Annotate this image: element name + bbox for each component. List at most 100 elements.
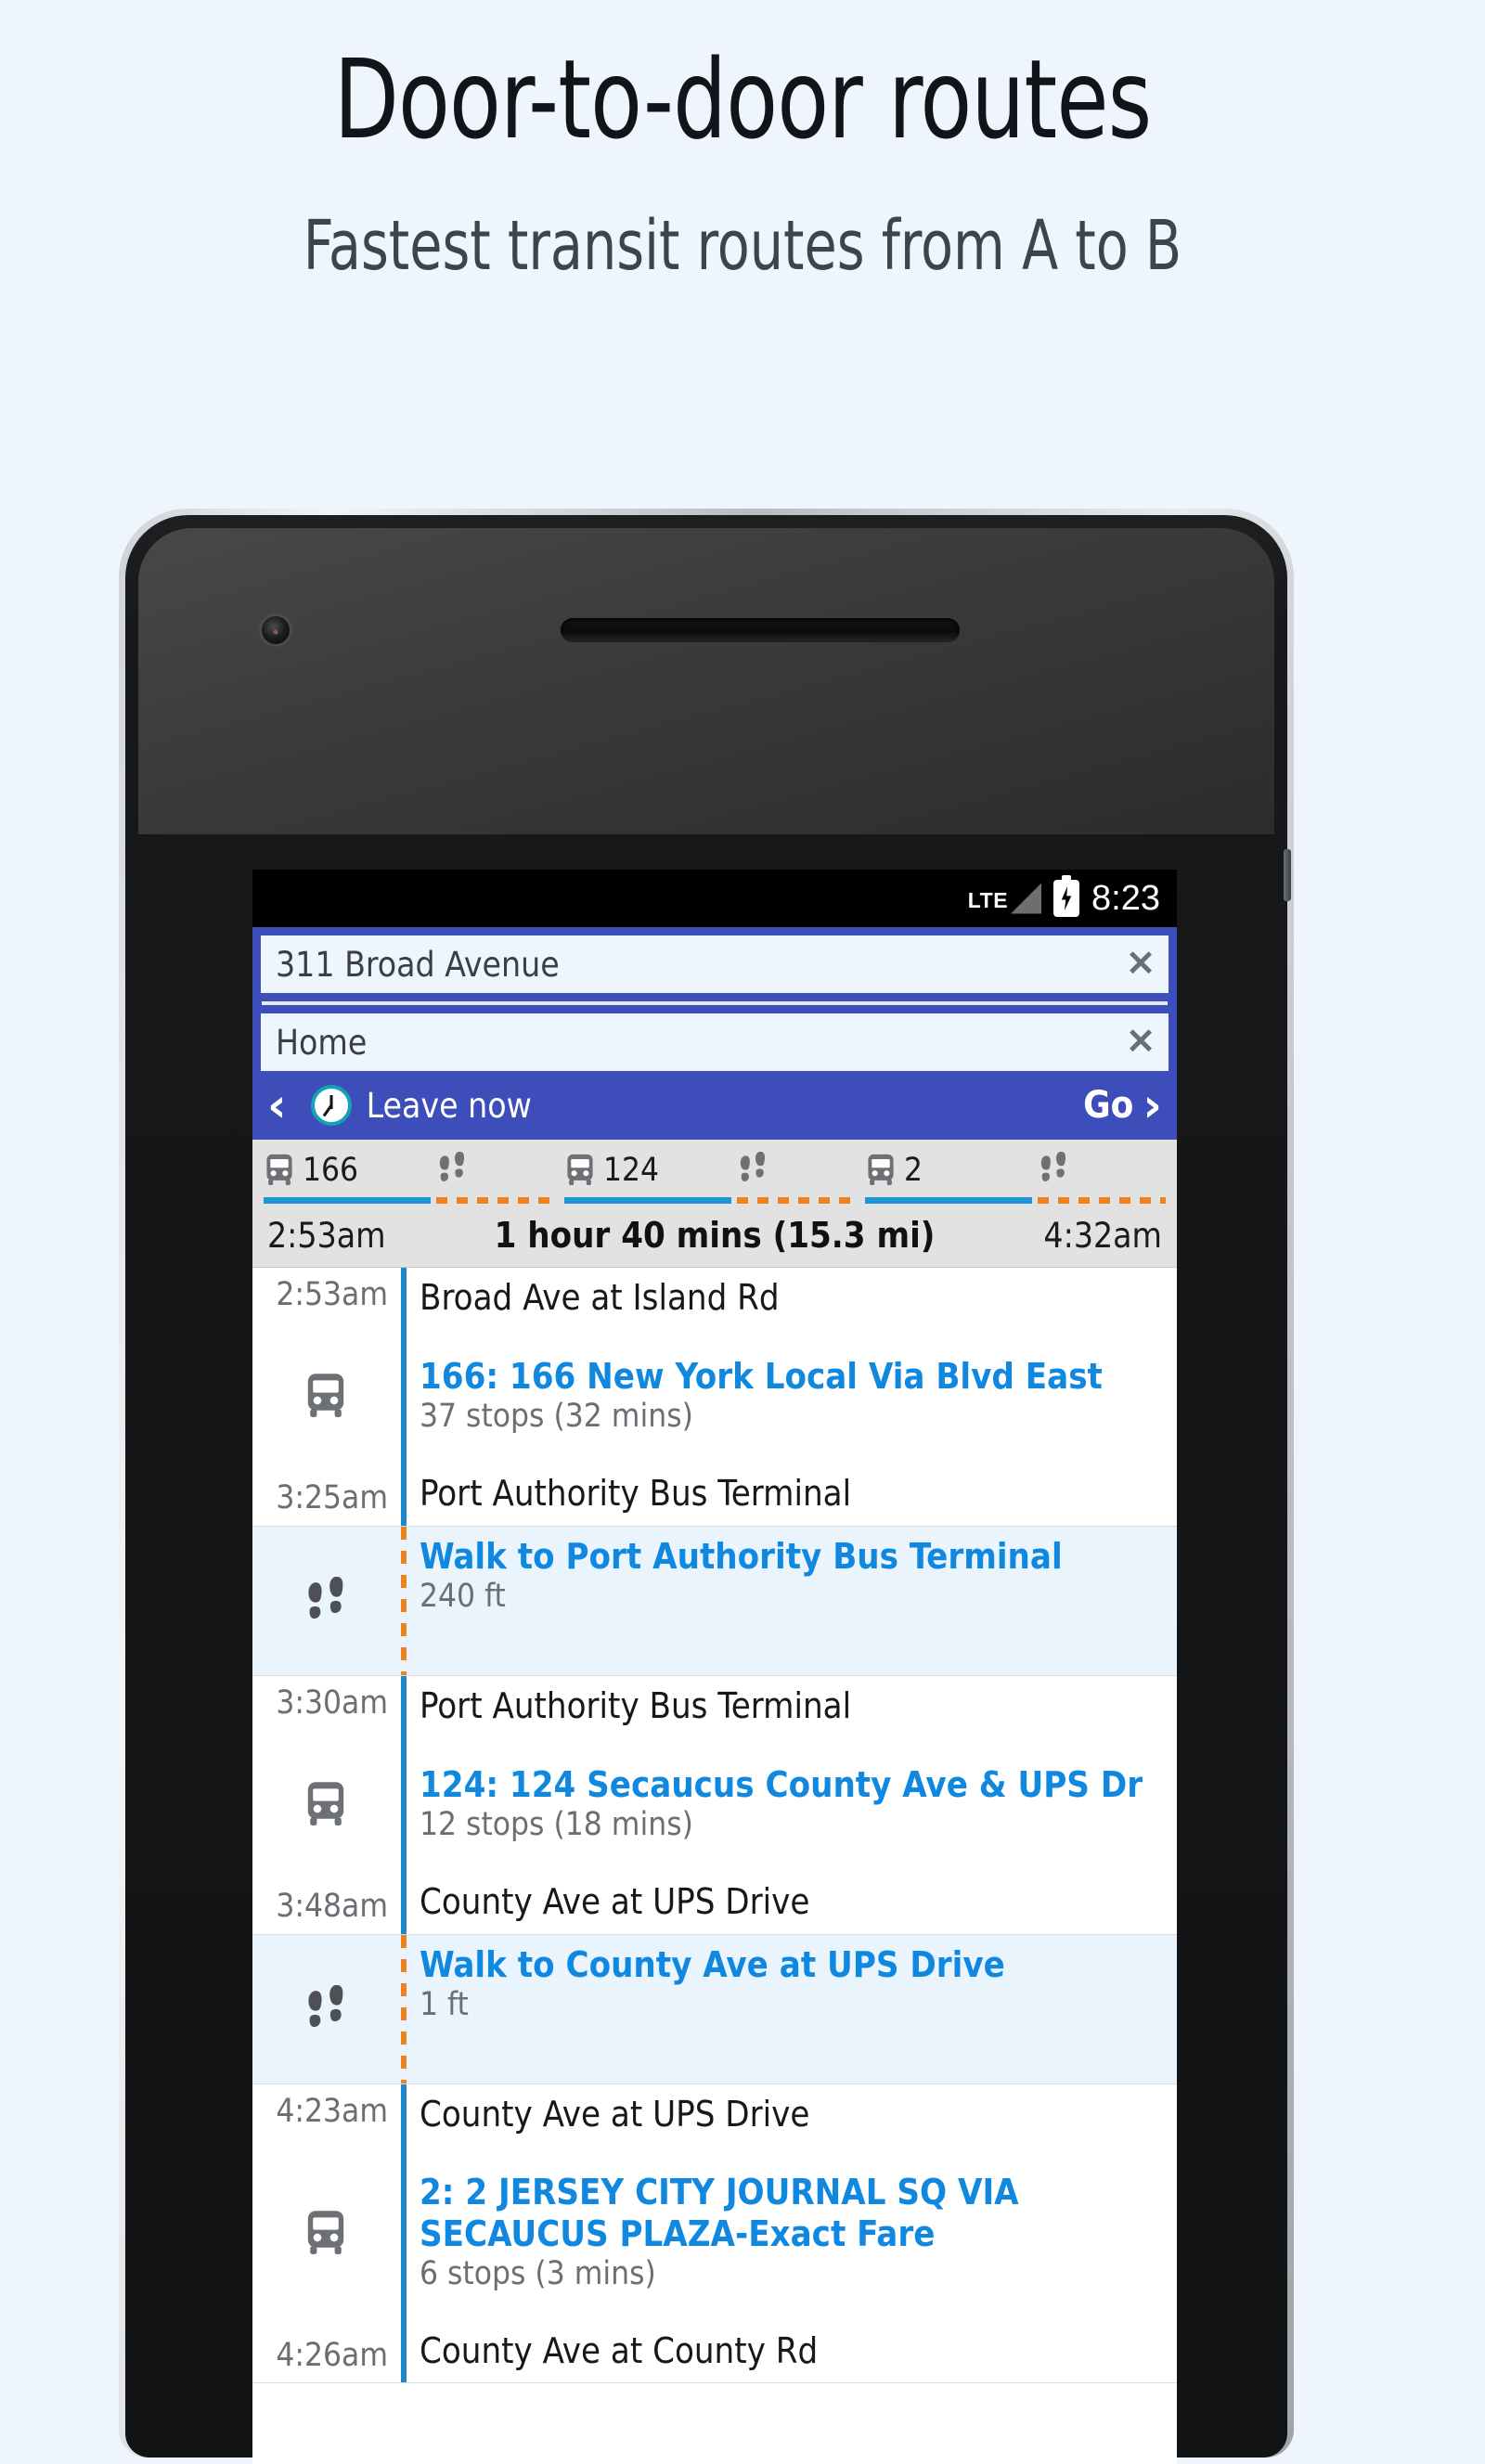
segment-end-stop: Port Authority Bus Terminal	[420, 1472, 852, 1514]
segment-route-detail: 1 ft	[420, 1985, 469, 2023]
summary-ride-bar	[264, 1197, 432, 1204]
phone-device-mockup: LTE 8:23 311 Broad Avenue ✕ Home ✕ ‹ Lea…	[119, 509, 1294, 2464]
destination-field[interactable]: Home ✕	[261, 1013, 1169, 1071]
power-button[interactable]	[1284, 849, 1291, 901]
summary-ride-bar	[865, 1197, 1033, 1204]
summary-ride-leg: 124	[564, 1147, 737, 1204]
field-divider	[262, 1001, 1168, 1005]
segment-start-time: 4:23am	[276, 2092, 388, 2130]
phone-top-glass-panel	[138, 528, 1274, 834]
segment-time-column: 2:53am 3:25am	[252, 1268, 401, 1526]
earpiece-speaker	[561, 618, 960, 642]
go-button[interactable]: Go	[1083, 1084, 1133, 1127]
segment-start-stop: County Ave at UPS Drive	[420, 2093, 810, 2135]
itinerary-ride-segment[interactable]: 2:53am 3:25am Broad Ave at Island Rd 166: 1…	[252, 1268, 1177, 1527]
segment-end-time: 4:26am	[276, 2336, 388, 2374]
front-camera-icon	[262, 616, 290, 644]
segment-body: Port Authority Bus Terminal 124: 124 Seca…	[407, 1676, 1177, 1934]
summary-walk-leg	[436, 1147, 564, 1204]
bus-icon	[303, 1373, 350, 1421]
summary-walk-bar	[1038, 1197, 1166, 1204]
summary-leg-route-number: 166	[303, 1152, 359, 1189]
signal-triangle-icon	[1011, 883, 1042, 914]
segment-time-column: 4:23am 4:26am	[252, 2084, 401, 2383]
segment-start-time: 2:53am	[276, 1276, 388, 1313]
footprints-icon	[737, 1151, 770, 1189]
destination-input-value[interactable]: Home	[276, 1023, 1117, 1063]
previous-chevron-icon[interactable]: ‹	[267, 1082, 287, 1129]
summary-walk-bar	[737, 1197, 859, 1204]
status-bar-clock: 8:23	[1091, 879, 1160, 918]
bus-icon	[264, 1154, 295, 1187]
segment-route-title[interactable]: Walk to Port Authority Bus Terminal	[420, 1536, 1166, 1577]
summary-walk-bar	[436, 1197, 559, 1204]
phone-screen: LTE 8:23 311 Broad Avenue ✕ Home ✕ ‹ Lea…	[252, 870, 1177, 2464]
summary-total-duration: 1 hour 40 mins (15.3 mi)	[494, 1215, 936, 1256]
segment-route-detail: 12 stops (18 mins)	[420, 1805, 693, 1843]
summary-leg-icon-row	[1038, 1147, 1166, 1193]
marketing-headline-block: Door-to-door routes Fastest transit rout…	[0, 0, 1485, 306]
summary-leg-icon-row: 2	[865, 1147, 1038, 1193]
segment-route-title[interactable]: Walk to County Ave at UPS Drive	[420, 1944, 1166, 1985]
summary-ride-leg: 166	[264, 1147, 436, 1204]
footprints-icon	[1038, 1151, 1071, 1189]
leave-now-label[interactable]: Leave now	[367, 1086, 532, 1126]
segment-start-time: 3:30am	[276, 1684, 388, 1722]
segment-route-title[interactable]: 124: 124 Secaucus County Ave & UPS Dr	[420, 1764, 1166, 1805]
segment-route-title[interactable]: 166: 166 New York Local Via Blvd East	[420, 1356, 1166, 1397]
clear-destination-icon[interactable]: ✕	[1117, 1025, 1156, 1060]
segment-route-detail: 240 ft	[420, 1577, 506, 1615]
segment-body: Broad Ave at Island Rd 166: 166 New York …	[407, 1268, 1177, 1526]
summary-ride-leg: 2	[865, 1147, 1038, 1204]
departure-toolbar: ‹ Leave now Go ›	[252, 1071, 1177, 1140]
origin-input-value[interactable]: 311 Broad Avenue	[276, 945, 1117, 985]
summary-arrive-time: 4:32am	[1043, 1215, 1162, 1256]
phone-body: LTE 8:23 311 Broad Avenue ✕ Home ✕ ‹ Lea…	[125, 515, 1291, 2464]
summary-times-row: 2:53am 1 hour 40 mins (15.3 mi) 4:32am	[264, 1204, 1166, 1267]
origin-field[interactable]: 311 Broad Avenue ✕	[261, 935, 1169, 993]
summary-leg-icon-row: 166	[264, 1147, 436, 1193]
summary-walk-leg	[1038, 1147, 1166, 1204]
page-title: Door-to-door routes	[333, 35, 1153, 163]
bus-icon	[564, 1154, 596, 1187]
summary-leg-route-number: 2	[904, 1152, 923, 1189]
summary-leg-icon-row: 124	[564, 1147, 737, 1193]
summary-walk-leg	[737, 1147, 865, 1204]
clock-hour-hand	[322, 1104, 332, 1117]
footprints-icon	[303, 1984, 350, 2033]
next-chevron-icon[interactable]: ›	[1143, 1082, 1162, 1129]
bus-icon	[865, 1154, 897, 1187]
segment-end-stop: County Ave at UPS Drive	[420, 1880, 810, 1922]
segment-body: County Ave at UPS Drive 2: 2 JERSEY CITY …	[407, 2084, 1177, 2383]
itinerary-walk-segment[interactable]: Walk to County Ave at UPS Drive 1 ft	[252, 1934, 1177, 2084]
summary-leg-route-number: 124	[603, 1152, 660, 1189]
segment-time-column	[252, 1935, 401, 2083]
segment-body: Walk to County Ave at UPS Drive 1 ft	[407, 1935, 1177, 2083]
route-summary-strip[interactable]: 166 124 2 2:53am 1 hour 40 mins (15.3 mi) …	[252, 1140, 1177, 1268]
clear-origin-icon[interactable]: ✕	[1117, 947, 1156, 982]
network-status: LTE	[968, 883, 1042, 914]
itinerary-ride-segment[interactable]: 4:23am 4:26am County Ave at UPS Drive 2: 2 …	[252, 2083, 1177, 2384]
bus-icon	[303, 2210, 350, 2258]
segment-body: Walk to Port Authority Bus Terminal 240 f…	[407, 1527, 1177, 1675]
page-subtitle: Fastest transit routes from A to B	[303, 206, 1182, 286]
segment-time-column: 3:30am 3:48am	[252, 1676, 401, 1934]
charging-bolt-icon	[1061, 886, 1072, 910]
summary-leg-icon-row	[737, 1147, 865, 1193]
summary-ride-bar	[564, 1197, 732, 1204]
clock-icon[interactable]	[310, 1085, 352, 1126]
bus-icon	[303, 1781, 350, 1829]
segment-end-stop: County Ave at County Rd	[420, 2329, 819, 2371]
segment-route-title[interactable]: 2: 2 JERSEY CITY JOURNAL SQ VIA SECAUCUS…	[420, 2172, 1166, 2253]
segment-time-column	[252, 1527, 401, 1675]
itinerary-ride-segment[interactable]: 3:30am 3:48am Port Authority Bus Terminal 1…	[252, 1675, 1177, 1935]
itinerary-walk-segment[interactable]: Walk to Port Authority Bus Terminal 240 f…	[252, 1526, 1177, 1676]
segment-start-stop: Port Authority Bus Terminal	[420, 1684, 852, 1726]
